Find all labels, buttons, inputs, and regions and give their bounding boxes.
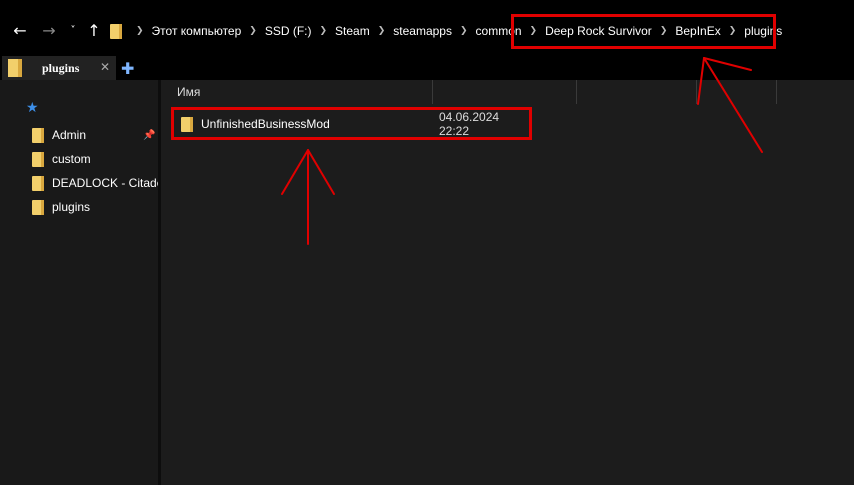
sidebar-item-admin[interactable]: Admin (32, 125, 86, 145)
navigation-pane: ★ Admin 📌 custom DEADLOCK - Citadel plug… (0, 80, 158, 485)
explorer-main: ★ Admin 📌 custom DEADLOCK - Citadel plug… (0, 80, 854, 485)
folder-icon (8, 59, 22, 77)
column-divider[interactable] (776, 80, 777, 104)
pin-icon[interactable]: 📌 (143, 130, 155, 141)
sidebar-item-label: custom (52, 152, 91, 166)
chevron-right-icon[interactable]: ❯ (460, 26, 468, 36)
folder-icon (110, 23, 122, 39)
breadcrumb-steamapps[interactable]: steamapps (393, 24, 452, 38)
sidebar-item-label: Admin (52, 128, 87, 142)
chevron-right-icon[interactable]: ❯ (249, 26, 257, 36)
chevron-right-icon[interactable]: ❯ (136, 26, 144, 36)
sidebar-item-plugins[interactable]: plugins (32, 197, 90, 217)
chevron-right-icon[interactable]: ❯ (320, 26, 328, 36)
folder-icon (32, 199, 44, 215)
column-name-header[interactable]: Имя (177, 85, 200, 99)
file-list: Имя UnfinishedBusinessMod 04.06.2024 22:… (161, 80, 854, 485)
forward-button[interactable]: → (40, 22, 58, 40)
breadcrumb-this-pc[interactable]: Этот компьютер (152, 24, 242, 38)
sidebar-item-label: plugins (52, 200, 91, 214)
new-tab-icon[interactable]: ✚ (121, 59, 134, 78)
breadcrumb-highlight-box (511, 14, 776, 49)
up-button[interactable]: ↑ (85, 22, 103, 40)
breadcrumb-ssd[interactable]: SSD (F:) (265, 24, 312, 38)
recent-locations-button[interactable]: ˅ (64, 22, 82, 40)
folder-icon (32, 151, 44, 167)
breadcrumb-steam[interactable]: Steam (335, 24, 370, 38)
sidebar-item-deadlock[interactable]: DEADLOCK - Citadel (32, 173, 158, 193)
sidebar-item-custom[interactable]: custom (32, 149, 91, 169)
star-icon[interactable]: ★ (26, 100, 39, 116)
chevron-right-icon[interactable]: ❯ (378, 26, 386, 36)
column-divider[interactable] (696, 80, 697, 104)
folder-icon (32, 127, 44, 143)
tab-plugins[interactable]: plugins ✕ (2, 56, 116, 80)
column-divider[interactable] (576, 80, 577, 104)
close-icon[interactable]: ✕ (100, 60, 110, 74)
folder-icon (32, 175, 44, 191)
column-divider[interactable] (432, 80, 433, 104)
tab-label: plugins (42, 60, 80, 75)
column-header: Имя (161, 80, 854, 104)
tab-bar: plugins ✕ ✚ (0, 56, 854, 80)
file-highlight-box (171, 107, 532, 140)
back-button[interactable]: ← (11, 22, 29, 40)
sidebar-item-label: DEADLOCK - Citadel (52, 176, 158, 190)
